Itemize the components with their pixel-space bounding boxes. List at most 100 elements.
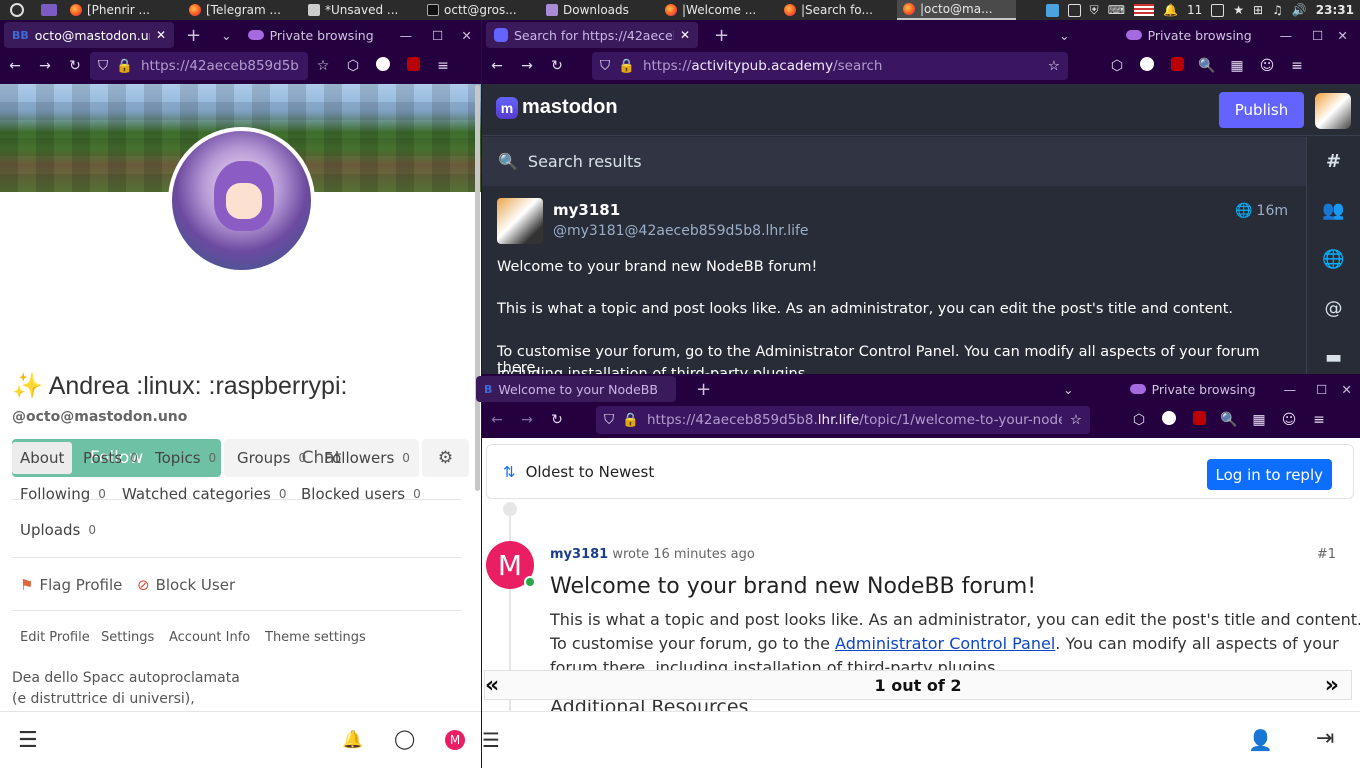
music-icon[interactable]: ♫ — [1272, 3, 1283, 17]
forward-icon[interactable]: → — [512, 58, 542, 74]
minimize-icon[interactable]: — — [1280, 28, 1293, 43]
task-4[interactable]: Downloads — [540, 0, 659, 20]
bell-icon[interactable]: 🔔 — [342, 730, 363, 750]
flag-us-icon[interactable] — [1134, 4, 1155, 16]
extensions-icon[interactable]: ⬡ — [1102, 58, 1132, 74]
last-page-icon[interactable]: » — [1325, 673, 1339, 698]
left-urlbar[interactable]: ⛉ 🔒 https://42aeceb859d5b — [90, 52, 308, 80]
tab-search[interactable]: Search for https://42aeceb ✕ — [486, 22, 698, 48]
task-3[interactable]: octt@gros... — [421, 0, 540, 20]
star-icon[interactable]: ★ — [1233, 3, 1244, 17]
document-icon[interactable] — [1211, 3, 1225, 17]
url-text[interactable]: https://activitypub.academy/search — [643, 58, 883, 74]
volume-icon[interactable]: 🔊 — [1292, 3, 1307, 17]
extension-s-icon[interactable] — [368, 57, 398, 75]
desktop-switcher[interactable] — [34, 4, 64, 16]
ublock-icon[interactable] — [398, 57, 428, 75]
tab-followers[interactable]: Followers 0 — [316, 442, 418, 474]
tab-uploads[interactable]: Uploads 0 — [12, 514, 104, 546]
new-tab-icon[interactable]: + — [186, 25, 201, 46]
shield-tray-icon[interactable]: ⛨ — [1090, 3, 1099, 18]
post-timestamp[interactable]: wrote 16 minutes ago — [612, 547, 754, 562]
minimize-icon[interactable]: — — [400, 28, 413, 43]
extension-s-icon[interactable] — [1154, 411, 1184, 429]
scrollbar[interactable] — [475, 85, 480, 491]
hamburger-menu-icon[interactable]: ≡ — [1304, 412, 1334, 428]
chevron-down-icon[interactable]: ⌄ — [1063, 382, 1073, 397]
qr-extension-icon[interactable]: ▦ — [1244, 412, 1274, 428]
task-1[interactable]: [Telegram ... — [183, 0, 302, 20]
ublock-icon[interactable] — [1184, 411, 1214, 429]
url-text[interactable]: https://42aeceb859d5b — [141, 58, 299, 74]
login-to-reply-button[interactable]: Log in to reply — [1206, 459, 1332, 490]
pagination-label[interactable]: 1 out of 2 — [875, 676, 962, 695]
tracking-shield-icon[interactable]: ⛉ — [98, 58, 108, 74]
status-acct[interactable]: @my3181@42aeceb859d5b8.lhr.life — [553, 223, 809, 239]
extensions-icon[interactable]: ⬡ — [1124, 412, 1154, 428]
qr-extension-icon[interactable]: ▦ — [1222, 58, 1252, 74]
status-avatar[interactable] — [497, 198, 543, 244]
right-top-urlbar[interactable]: ⛉ 🔒 https://activitypub.academy/search ☆ — [592, 52, 1068, 80]
tab-groups[interactable]: Groups 0 — [229, 442, 314, 474]
admin-control-panel-link[interactable]: Administrator Control Panel — [835, 634, 1055, 653]
block-user-link[interactable]: ⊘ Block User — [137, 576, 235, 594]
tracking-shield-icon[interactable]: ⛉ — [600, 58, 610, 74]
tab-about[interactable]: About — [12, 442, 73, 474]
close-window-icon[interactable]: ✕ — [1337, 28, 1347, 43]
chevron-down-icon[interactable]: ⌄ — [1059, 28, 1069, 43]
close-window-icon[interactable]: ✕ — [1341, 382, 1351, 397]
mascot-extension-icon[interactable]: ☺ — [1274, 412, 1304, 428]
tab-welcome[interactable]: B Welcome to your NodeBB — [476, 376, 676, 402]
mastodon-logo[interactable]: m mastodon — [496, 96, 618, 119]
bookmark-star-icon[interactable]: ☆ — [308, 58, 338, 74]
maximize-icon[interactable]: ☐ — [1316, 382, 1327, 397]
publish-button[interactable]: Publish — [1219, 92, 1304, 128]
user-plus-icon[interactable]: 👤 — [1248, 728, 1273, 752]
people-icon[interactable]: 👥 — [1307, 186, 1360, 235]
forward-icon[interactable]: → — [512, 412, 542, 428]
maximize-icon[interactable]: ☐ — [1312, 28, 1323, 43]
back-icon[interactable]: ← — [482, 412, 512, 428]
reload-icon[interactable]: ↻ — [542, 412, 572, 428]
list-icon[interactable]: ▬ — [1307, 333, 1360, 374]
task-0[interactable]: [Phenrir ... — [64, 0, 183, 20]
reload-icon[interactable]: ↻ — [542, 58, 572, 74]
post-number-link[interactable]: #1 — [1317, 547, 1336, 562]
back-icon[interactable]: ← — [0, 58, 30, 74]
edit-profile-link[interactable]: Edit Profile — [20, 630, 90, 645]
tab-blocked-users[interactable]: Blocked users 0 — [293, 478, 429, 510]
user-avatar-button[interactable]: M — [445, 730, 465, 750]
tab-watched-categories[interactable]: Watched categories 0 — [114, 478, 294, 510]
lock-icon[interactable]: 🔒 — [116, 58, 133, 74]
task-2[interactable]: *Unsaved ... — [302, 0, 421, 20]
mascot-extension-icon[interactable]: ☺ — [1252, 58, 1282, 74]
sort-icon[interactable]: ⇅ — [503, 463, 516, 481]
lock-icon[interactable]: 🔒 — [622, 412, 639, 428]
close-window-icon[interactable]: ✕ — [461, 28, 471, 43]
close-icon[interactable]: ✕ — [156, 28, 166, 42]
new-tab-icon[interactable]: + — [696, 379, 711, 400]
bookmark-star-icon[interactable]: ☆ — [1070, 412, 1082, 428]
menu-launcher[interactable] — [0, 3, 34, 17]
forward-icon[interactable]: → — [30, 58, 60, 74]
hamburger-menu-icon[interactable]: ☰ — [482, 728, 500, 752]
hamburger-menu-icon[interactable]: ≡ — [1282, 58, 1312, 74]
right-bottom-urlbar[interactable]: ⛉ 🔒 https://42aeceb859d5b8.lhr.life/topi… — [596, 406, 1090, 434]
tab-following[interactable]: Following 0 — [12, 478, 114, 510]
bookmark-star-icon[interactable]: ☆ — [1048, 58, 1060, 74]
theme-settings-link[interactable]: Theme settings — [265, 630, 366, 645]
ublock-icon[interactable] — [1162, 57, 1192, 75]
new-tab-icon[interactable]: + — [714, 25, 729, 46]
tab-topics[interactable]: Topics 0 — [147, 442, 224, 474]
task-7[interactable]: |octo@ma... — [897, 0, 1016, 20]
chevron-down-icon[interactable]: ⌄ — [221, 28, 231, 43]
hashtag-icon[interactable]: # — [1307, 137, 1360, 186]
task-6[interactable]: |Search fo... — [778, 0, 897, 20]
post-author-link[interactable]: my3181 — [550, 547, 608, 562]
url-text[interactable]: https://42aeceb859d5b8.lhr.life/topic/1/… — [647, 412, 1062, 428]
back-icon[interactable]: ← — [482, 58, 512, 74]
profile-settings-button[interactable]: ⚙ — [422, 439, 469, 477]
hamburger-menu-icon[interactable]: ☰ — [18, 728, 38, 753]
network-icon[interactable]: ⊞ — [1253, 3, 1263, 17]
magnifier-extension-icon[interactable]: 🔍 — [1214, 412, 1244, 428]
